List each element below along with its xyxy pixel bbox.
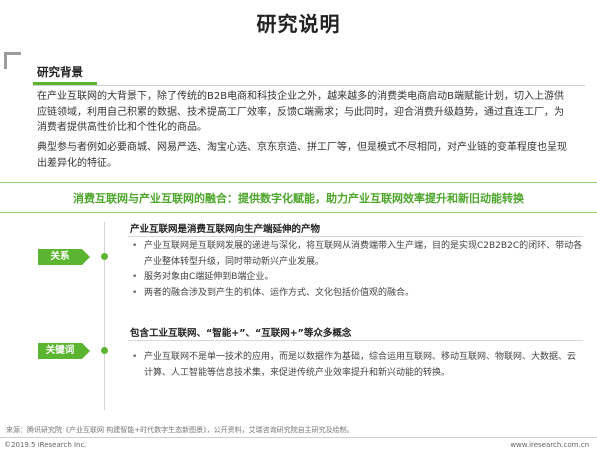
list-item: 产业互联网是互联网发展的递进与深化，将互联网从消费端带入生产端，目的是实现C2B…: [128, 239, 583, 270]
tag-keywords: 关键词: [38, 343, 90, 359]
headline: 消费互联网与产业互联网的融合：提供数字化赋能，助力产业互联网效率提升和新旧动能转…: [73, 192, 524, 205]
list-item: 两者的融合涉及到产生的机体、运作方式、文化包括价值观的融合。: [128, 286, 583, 302]
background-paragraph-1: 在产业互联网的大背景下，除了传统的B2B电商和科技企业之外，越来越多的消费类电商…: [37, 91, 564, 133]
timeline-line: [104, 222, 105, 410]
corner-bracket-icon: [4, 52, 21, 69]
heading-divider: [33, 85, 585, 86]
website-url: www.iresearch.com.cn: [510, 441, 589, 449]
timeline-dot-1: [101, 253, 108, 260]
research-background-box: 研究背景 在产业互联网的大背景下，除了传统的B2B电商和科技企业之外，越来越多的…: [4, 52, 585, 178]
tag-relation: 关系: [38, 249, 90, 265]
section-1-rule: [128, 236, 583, 237]
section-1-subheading: 产业互联网是消费互联网向生产端延伸的产物: [130, 224, 321, 235]
headline-bottom-rule: [0, 212, 597, 213]
section-1-bullets: 产业互联网是互联网发展的递进与深化，将互联网从消费端带入生产端，目的是实现C2B…: [128, 239, 583, 301]
footer-rule: [0, 437, 597, 438]
section-2-bullets: 产业互联网不是单一技术的应用，而是以数据作为基础，综合运用互联网、移动互联网、物…: [128, 350, 583, 381]
background-heading: 研究背景: [37, 65, 83, 79]
source-note: 来源：腾讯研究院《产业互联网 构建智能+时代数字生态新图景》，公开资料，艾瑞咨询…: [6, 426, 354, 434]
section-2-subheading: 包含工业互联网、“智能+”、“互联网+”等众多概念: [130, 328, 352, 339]
list-item: 产业互联网不是单一技术的应用，而是以数据作为基础，综合运用互联网、移动互联网、物…: [128, 350, 583, 381]
list-item: 服务对象由C端延伸到B端企业。: [128, 270, 583, 286]
timeline-dot-2: [101, 347, 108, 354]
copyright: ©2019.5 iResearch Inc.: [4, 441, 87, 449]
headline-top-rule: [0, 182, 597, 183]
background-paragraph-2: 典型参与者例如必要商城、网易严选、淘宝心选、京东京造、拼工厂等，但是模式不尽相同…: [37, 142, 567, 169]
section-2-rule: [128, 340, 583, 341]
page-title: 研究说明: [256, 12, 341, 36]
